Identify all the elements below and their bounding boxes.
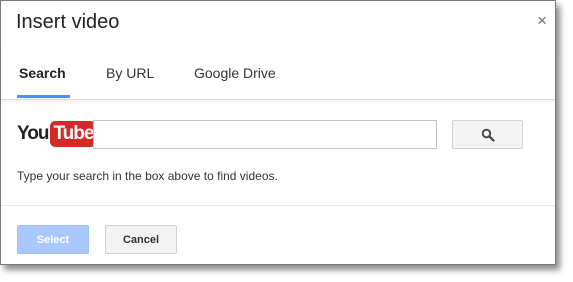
footer-divider [1,205,555,206]
dialog-title: Insert video [16,11,120,33]
youtube-logo: You Tube [17,120,97,148]
close-icon[interactable]: × [537,12,547,29]
tab-search[interactable]: Search [17,65,70,98]
tab-bar: Search By URL Google Drive [1,49,555,100]
cancel-button[interactable]: Cancel [105,225,177,254]
youtube-logo-you: You [17,123,50,144]
search-button[interactable] [452,120,523,149]
youtube-logo-tube: Tube [50,121,97,147]
insert-video-dialog: Insert video × Search By URL Google Driv… [0,0,556,265]
tab-by-url[interactable]: By URL [106,65,154,98]
search-input[interactable] [93,120,437,149]
select-button[interactable]: Select [17,225,89,254]
search-hint: Type your search in the box above to fin… [17,169,278,183]
tab-google-drive[interactable]: Google Drive [194,65,276,98]
magnifier-icon [481,128,495,142]
